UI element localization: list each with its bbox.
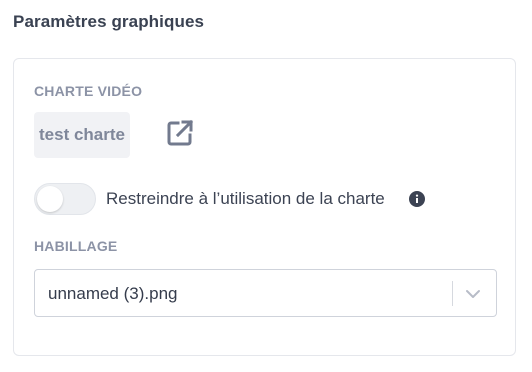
open-external-icon[interactable] bbox=[164, 117, 196, 149]
select-divider bbox=[452, 281, 453, 306]
chevron-down-icon[interactable] bbox=[463, 286, 483, 302]
charte-value: test charte bbox=[39, 125, 125, 144]
section-title: Paramètres graphiques bbox=[13, 12, 205, 31]
info-icon[interactable] bbox=[409, 191, 425, 207]
restrict-toggle[interactable] bbox=[34, 183, 96, 215]
charte-label: CHARTE VIDÉO bbox=[34, 83, 143, 99]
toggle-knob bbox=[37, 186, 63, 212]
charte-chip[interactable]: test charte bbox=[34, 112, 130, 158]
graphic-settings-root: Paramètres graphiques CHARTE VIDÉO test … bbox=[0, 0, 532, 372]
habillage-label: HABILLAGE bbox=[34, 238, 118, 254]
habillage-selected-value: unnamed (3).png bbox=[48, 284, 178, 303]
habillage-select[interactable]: unnamed (3).png bbox=[34, 269, 497, 317]
settings-panel: CHARTE VIDÉO test charte Restreindre à l… bbox=[13, 58, 516, 356]
restrict-toggle-label: Restreindre à l’utilisation de la charte bbox=[106, 189, 385, 208]
